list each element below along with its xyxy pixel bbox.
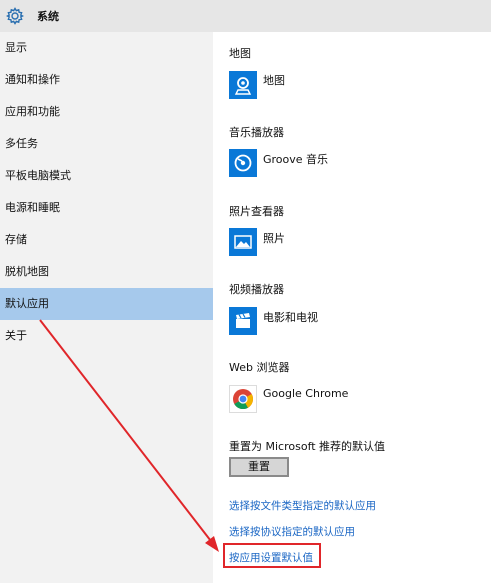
sidebar-item-storage[interactable]: 存储: [0, 224, 213, 256]
window-title: 系统: [37, 10, 59, 23]
video-player-heading: 视频播放器: [229, 283, 284, 296]
maps-heading: 地图: [229, 47, 251, 60]
sidebar: 显示 通知和操作 应用和功能 多任务 平板电脑模式 电源和睡眠 存储 脱机地图 …: [0, 32, 213, 583]
movies-app-name[interactable]: 电影和电视: [263, 309, 318, 325]
sidebar-item-offline-maps[interactable]: 脱机地图: [0, 256, 213, 288]
annotation-highlight-box: [223, 543, 321, 568]
music-app-name[interactable]: Groove 音乐: [263, 151, 328, 167]
sidebar-item-power-sleep[interactable]: 电源和睡眠: [0, 192, 213, 224]
photos-app-name[interactable]: 照片: [263, 230, 285, 246]
gear-icon: [5, 6, 25, 26]
photo-viewer-heading: 照片查看器: [229, 205, 284, 218]
groove-music-icon[interactable]: [229, 149, 257, 177]
sidebar-item-apps-features[interactable]: 应用和功能: [0, 96, 213, 128]
sidebar-item-notifications[interactable]: 通知和操作: [0, 64, 213, 96]
title-bar: 系统: [0, 0, 491, 32]
sidebar-item-default-apps[interactable]: 默认应用: [0, 288, 213, 320]
sidebar-item-tablet-mode[interactable]: 平板电脑模式: [0, 160, 213, 192]
sidebar-item-display[interactable]: 显示: [0, 32, 213, 64]
reset-button[interactable]: 重置: [229, 457, 289, 477]
browser-app-name[interactable]: Google Chrome: [263, 387, 348, 400]
reset-label: 重置为 Microsoft 推荐的默认值: [229, 440, 386, 453]
photos-icon[interactable]: [229, 228, 257, 256]
movies-tv-icon[interactable]: [229, 307, 257, 335]
choose-by-file-type-link[interactable]: 选择按文件类型指定的默认应用: [229, 498, 376, 513]
sidebar-item-about[interactable]: 关于: [0, 320, 213, 352]
maps-app-name[interactable]: 地图: [263, 72, 285, 88]
web-browser-heading: Web 浏览器: [229, 361, 290, 374]
music-player-heading: 音乐播放器: [229, 126, 284, 139]
choose-by-protocol-link[interactable]: 选择按协议指定的默认应用: [229, 524, 355, 539]
chrome-icon[interactable]: [229, 385, 257, 413]
maps-icon[interactable]: [229, 71, 257, 99]
sidebar-item-multitasking[interactable]: 多任务: [0, 128, 213, 160]
